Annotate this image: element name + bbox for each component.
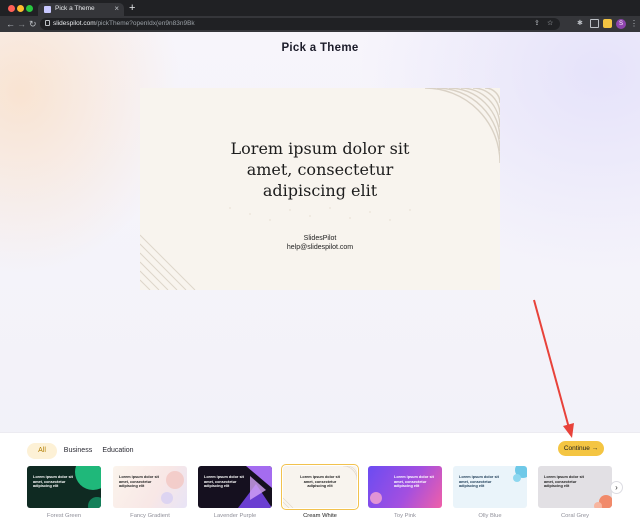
- reload-icon[interactable]: ↻: [29, 18, 37, 30]
- theme-preview-slide: Lorem ipsum dolor sit amet, consectetur …: [140, 88, 500, 290]
- tab-title: Pick a Theme: [55, 5, 95, 12]
- url-path: /pickTheme?openIdx(en9n83n9Bk: [95, 20, 195, 27]
- slide-brand: SlidesPilot: [303, 235, 337, 242]
- minimize-window-button[interactable]: [17, 5, 24, 12]
- forward-arrow-icon[interactable]: →: [17, 18, 26, 30]
- browser-menu-icon[interactable]: ⋮: [630, 18, 638, 30]
- theme-label[interactable]: Fancy Gradient: [113, 513, 187, 519]
- theme-thumb-text: Lorem ipsum dolor sit amet, consectetur …: [459, 475, 499, 489]
- browser-toolbar: ← → ↻ slidespilot.com/pickTheme?openIdx(…: [0, 16, 640, 32]
- browser-tab[interactable]: Pick a Theme ×: [38, 3, 124, 16]
- theme-thumb-text: Lorem ipsum dolor sit amet, consectetur …: [33, 475, 73, 489]
- slide-heading-line: Lorem ipsum dolor sit: [230, 139, 410, 158]
- theme-thumb-cream-white[interactable]: Lorem ipsum dolor sit amet, consectetur …: [281, 464, 359, 510]
- theme-thumb-text: Lorem ipsum dolor sit amet, consectetur …: [300, 475, 340, 489]
- category-tab-business[interactable]: Business: [61, 443, 95, 459]
- slide-email: help@slidespilot.com: [286, 244, 354, 251]
- extensions-puzzle-icon[interactable]: ✱: [577, 19, 583, 29]
- address-bar[interactable]: slidespilot.com/pickTheme?openIdx(en9n83…: [40, 18, 560, 30]
- page-content: Pick a Theme Lorem ipsum dolor sit amet,…: [0, 32, 640, 531]
- maximize-window-button[interactable]: [26, 5, 33, 12]
- theme-thumb-lavender-purple[interactable]: Lorem ipsum dolor sit amet, consectetur …: [198, 466, 272, 508]
- theme-label[interactable]: Cream White: [283, 513, 357, 519]
- theme-thumb-toy-pink[interactable]: Lorem ipsum dolor sit amet, consectetur …: [368, 466, 442, 508]
- theme-thumb-fancy-gradient[interactable]: Lorem ipsum dolor sit amet, consectetur …: [113, 466, 187, 508]
- browser-tab-bar: Pick a Theme × +: [0, 0, 640, 16]
- theme-thumb-coral-grey[interactable]: Lorem ipsum dolor sit amet, consectetur …: [538, 466, 612, 508]
- page-title: Pick a Theme: [281, 42, 359, 54]
- favicon-icon: [44, 6, 51, 13]
- continue-button[interactable]: Continue →: [558, 441, 604, 456]
- theme-thumb-olly-blue[interactable]: Lorem ipsum dolor sit amet, consectetur …: [453, 466, 527, 508]
- profile-avatar[interactable]: S: [616, 19, 626, 29]
- theme-label[interactable]: Lavender Purple: [198, 513, 272, 519]
- next-themes-chevron-icon[interactable]: ›: [610, 481, 623, 494]
- close-tab-icon[interactable]: ×: [114, 4, 119, 14]
- share-icon[interactable]: ⇪: [534, 18, 540, 30]
- new-tab-button[interactable]: +: [129, 2, 135, 14]
- theme-thumb-text: Lorem ipsum dolor sit amet, consectetur …: [544, 475, 584, 489]
- url-text[interactable]: slidespilot.com/pickTheme?openIdx(en9n83…: [53, 20, 195, 27]
- category-tab-all[interactable]: All: [27, 443, 57, 459]
- close-window-button[interactable]: [8, 5, 15, 12]
- url-domain: slidespilot.com: [53, 20, 96, 27]
- theme-picker-panel: All Business Education Continue → Lorem …: [0, 432, 640, 531]
- theme-thumb-forest-green[interactable]: Lorem ipsum dolor sit amet, consectetur …: [27, 466, 101, 508]
- theme-thumb-text: Lorem ipsum dolor sit amet, consectetur …: [394, 475, 434, 489]
- extension-icon[interactable]: [603, 19, 612, 28]
- theme-list: Lorem ipsum dolor sit amet, consectetur …: [0, 464, 640, 531]
- slide-heading-line: adipiscing elit: [262, 181, 378, 200]
- back-arrow-icon[interactable]: ←: [6, 18, 15, 30]
- slide-heading-line: amet, consectetur: [246, 160, 394, 179]
- lock-icon[interactable]: [45, 20, 50, 26]
- theme-label[interactable]: Forest Green: [27, 513, 101, 519]
- slide-heading: Lorem ipsum dolor sit amet, consectetur …: [200, 138, 440, 201]
- theme-label[interactable]: Toy Pink: [368, 513, 442, 519]
- theme-label[interactable]: Coral Grey: [538, 513, 612, 519]
- sidebar-panel-icon[interactable]: [590, 19, 599, 28]
- star-bookmark-icon[interactable]: ☆: [547, 18, 553, 30]
- theme-thumb-text: Lorem ipsum dolor sit amet, consectetur …: [204, 475, 244, 489]
- theme-label[interactable]: Olly Blue: [453, 513, 527, 519]
- category-tab-education[interactable]: Education: [100, 443, 136, 459]
- theme-thumb-text: Lorem ipsum dolor sit amet, consectetur …: [119, 475, 159, 489]
